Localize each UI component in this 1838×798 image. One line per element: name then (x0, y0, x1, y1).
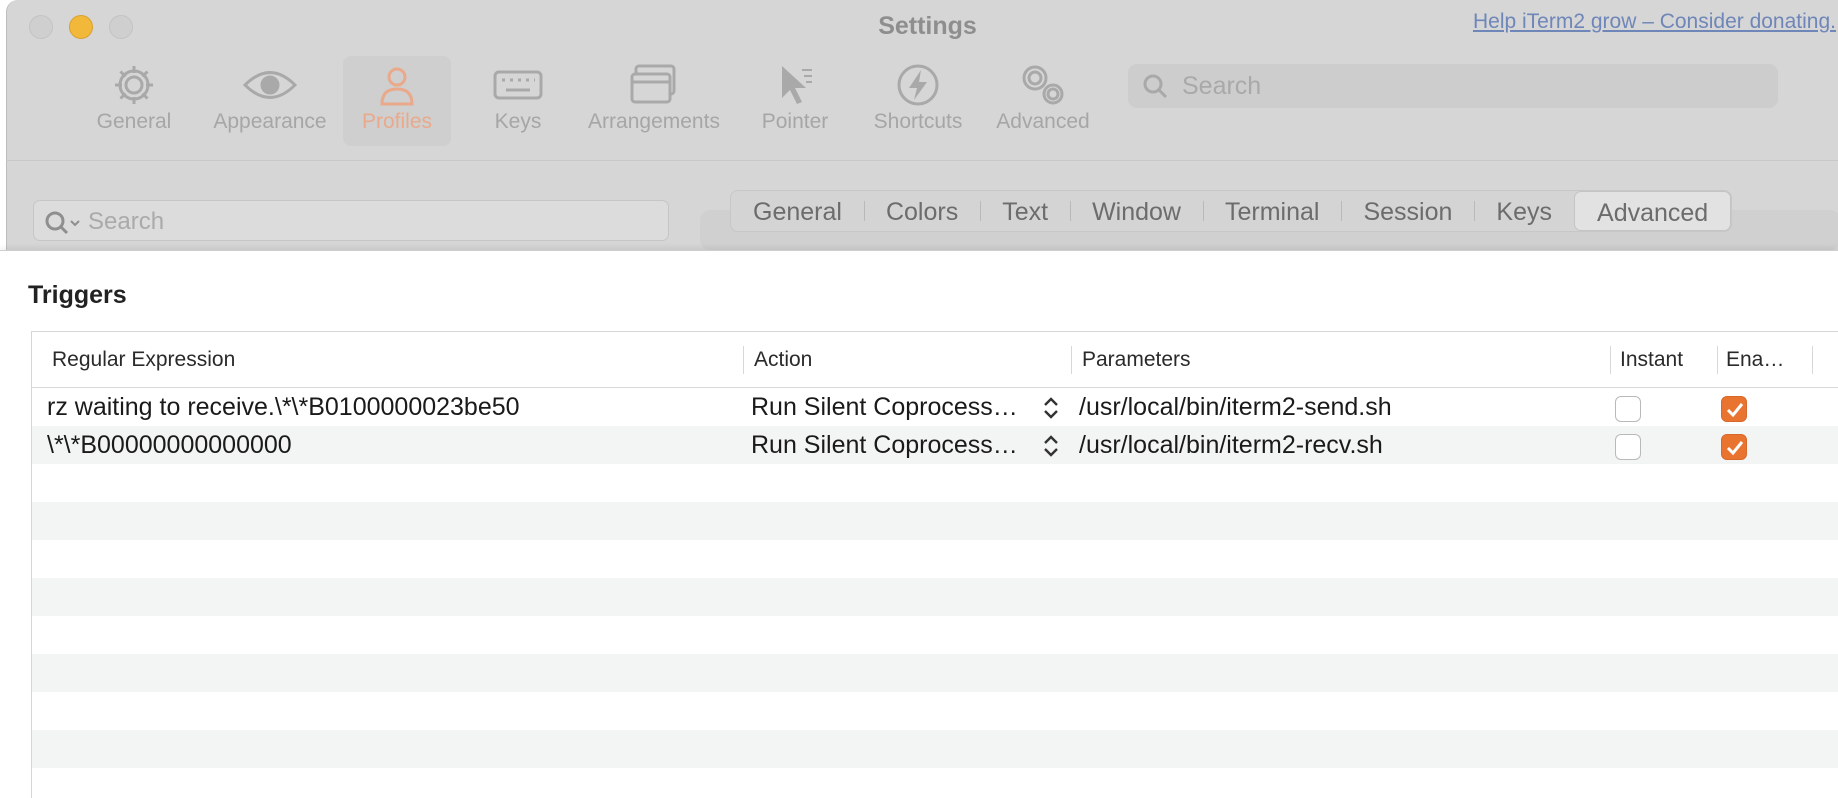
tab-terminal[interactable]: Terminal (1202, 191, 1341, 231)
tab-keys[interactable]: Keys (1474, 191, 1574, 231)
toolbar-item-general[interactable]: General (86, 56, 182, 146)
gears-icon (990, 56, 1096, 110)
tab-colors[interactable]: Colors (863, 191, 980, 231)
settings-search-field[interactable]: Search (1128, 64, 1778, 108)
empty-row (32, 578, 1838, 616)
toolbar-item-label: Pointer (761, 110, 829, 133)
instant-checkbox[interactable] (1615, 396, 1641, 422)
empty-row (32, 730, 1838, 768)
person-icon (343, 56, 451, 110)
toolbar-item-label: Profiles (361, 110, 433, 133)
table-header: Regular Expression Action Parameters Ins… (32, 332, 1838, 388)
toolbar-item-label: Advanced (996, 110, 1090, 133)
table-row[interactable]: \*\*B00000000000000 Run Silent Coprocess… (32, 426, 1838, 464)
empty-row (32, 540, 1838, 578)
instant-checkbox[interactable] (1615, 434, 1641, 460)
triggers-table: Regular Expression Action Parameters Ins… (31, 331, 1838, 798)
tab-window[interactable]: Window (1070, 191, 1203, 231)
regex-cell[interactable]: \*\*B00000000000000 (47, 431, 292, 460)
toolbar-divider (6, 160, 1838, 161)
action-popup[interactable]: Run Silent Coprocess… (751, 393, 1018, 422)
parameters-cell[interactable]: /usr/local/bin/iterm2-send.sh (1079, 393, 1392, 422)
column-divider[interactable] (743, 346, 744, 374)
bolt-icon (866, 56, 970, 110)
toolbar-item-label: Keys (494, 110, 542, 133)
table-row[interactable]: rz waiting to receive.\*\*B0100000023be5… (32, 388, 1838, 426)
empty-row (32, 768, 1838, 798)
toolbar-item-arrangements[interactable]: Arrangements (576, 56, 732, 146)
empty-row (32, 464, 1838, 502)
checkmark-icon (1726, 441, 1744, 456)
pointer-icon (752, 56, 838, 110)
column-divider[interactable] (1717, 346, 1718, 374)
column-divider[interactable] (1610, 346, 1611, 374)
up-down-chevron-icon[interactable] (1042, 434, 1060, 458)
triggers-sheet: Triggers Regular Expression Action Param… (0, 250, 1838, 798)
tab-text[interactable]: Text (980, 191, 1070, 231)
tab-general[interactable]: General (731, 191, 864, 231)
toolbar-item-label: General (96, 110, 172, 133)
eye-icon (200, 56, 340, 110)
profile-search-field[interactable]: Search (33, 200, 669, 241)
tab-session[interactable]: Session (1341, 191, 1474, 231)
toolbar-item-label: Arrangements (588, 110, 720, 133)
column-header-instant[interactable]: Instant (1620, 332, 1683, 388)
parameters-cell[interactable]: /usr/local/bin/iterm2-recv.sh (1079, 431, 1383, 460)
enabled-checkbox[interactable] (1721, 434, 1747, 460)
checkmark-icon (1726, 403, 1744, 418)
action-popup[interactable]: Run Silent Coprocess… (751, 431, 1018, 460)
triggers-title: Triggers (28, 281, 127, 309)
column-header-regex[interactable]: Regular Expression (52, 332, 235, 388)
profile-search-placeholder: Search (88, 208, 165, 235)
up-down-chevron-icon[interactable] (1042, 396, 1060, 420)
search-icon (45, 211, 80, 235)
tab-advanced[interactable]: Advanced (1574, 191, 1732, 231)
gear-icon (86, 56, 182, 110)
toolbar-item-pointer[interactable]: Pointer (752, 56, 838, 146)
empty-row (32, 692, 1838, 730)
toolbar-item-label: Appearance (213, 110, 327, 133)
keyboard-icon (478, 56, 558, 110)
empty-row (32, 616, 1838, 654)
settings-search-placeholder: Search (1182, 72, 1262, 100)
enabled-checkbox[interactable] (1721, 396, 1747, 422)
toolbar-item-advanced[interactable]: Advanced (990, 56, 1096, 146)
search-icon (1143, 74, 1168, 99)
empty-row (32, 502, 1838, 540)
donate-link[interactable]: Help iTerm2 grow – Consider donating. (1473, 10, 1836, 34)
toolbar-item-appearance[interactable]: Appearance (200, 56, 340, 146)
toolbar-item-shortcuts[interactable]: Shortcuts (866, 56, 970, 146)
column-header-action[interactable]: Action (754, 332, 812, 388)
toolbar-item-label: Shortcuts (873, 110, 963, 133)
regex-cell[interactable]: rz waiting to receive.\*\*B0100000023be5… (47, 393, 520, 422)
column-header-parameters[interactable]: Parameters (1082, 332, 1191, 388)
table-body: rz waiting to receive.\*\*B0100000023be5… (32, 388, 1838, 798)
column-header-enabled[interactable]: Ena… (1726, 332, 1784, 388)
column-divider[interactable] (1812, 346, 1813, 374)
empty-row (32, 654, 1838, 692)
column-divider[interactable] (1071, 346, 1072, 374)
toolbar-item-keys[interactable]: Keys (478, 56, 558, 146)
profile-tabs: General Colors Text Window Terminal Sess… (730, 190, 1733, 232)
toolbar-item-profiles[interactable]: Profiles (343, 56, 451, 146)
windows-icon (576, 56, 732, 110)
